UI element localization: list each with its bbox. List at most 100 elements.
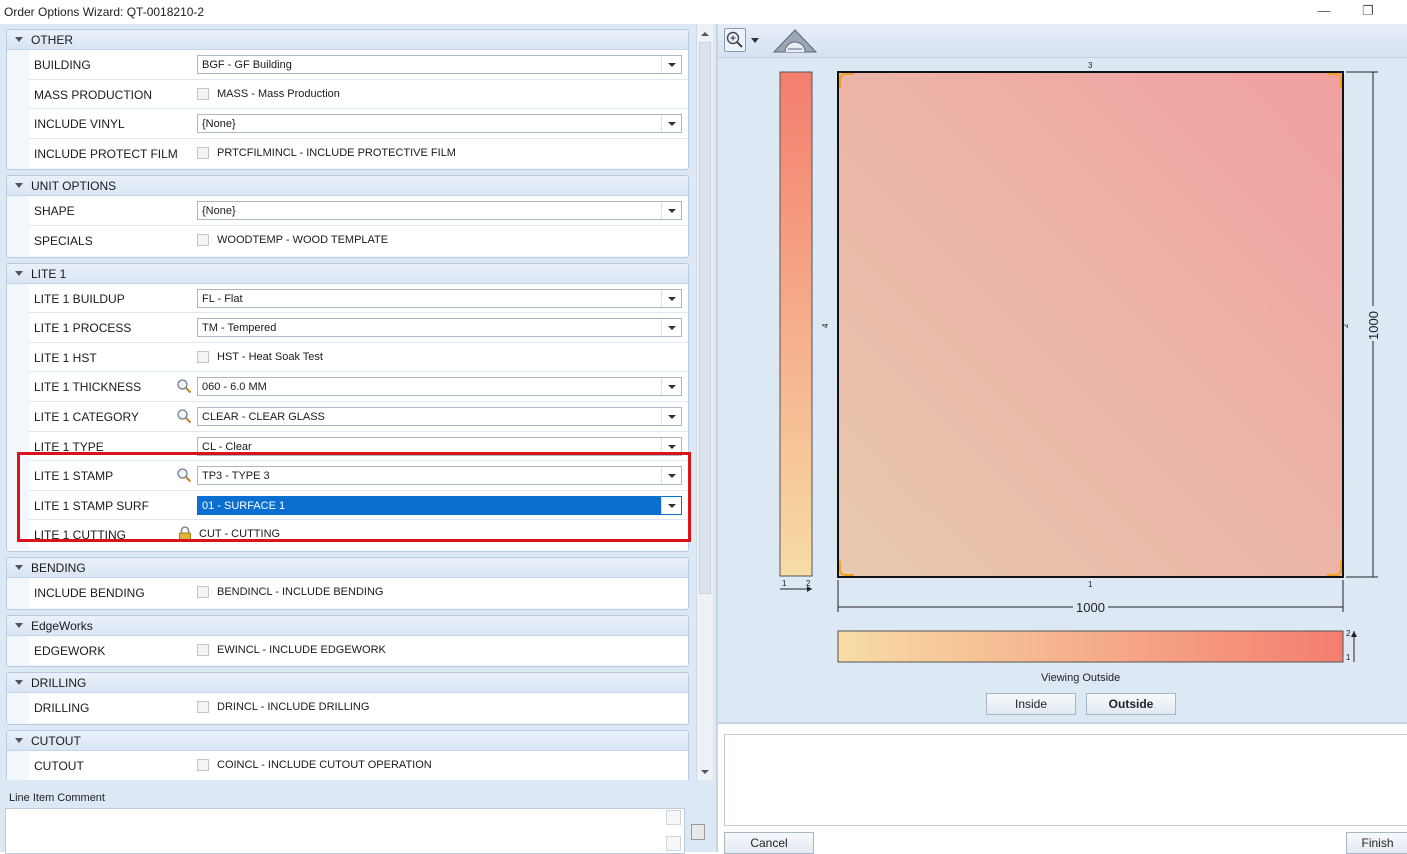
- option-dropdown[interactable]: CLEAR - CLEAR GLASS: [197, 406, 682, 426]
- option-label: LITE 1 STAMP: [34, 469, 114, 484]
- option-checkbox[interactable]: [197, 146, 209, 159]
- bottom-bar-label-a: 2: [1346, 629, 1351, 638]
- zoom-button[interactable]: [724, 28, 746, 52]
- option-checkbox[interactable]: [197, 758, 209, 771]
- option-label: SPECIALS: [34, 233, 93, 248]
- option-dropdown[interactable]: CL - Clear: [197, 436, 682, 456]
- option-checkbox[interactable]: [197, 586, 209, 598]
- section-cutout: CUTOUT CUTOUT COINCL - INCLUDE CUTOUT OPER…: [6, 729, 689, 780]
- section-header[interactable]: UNIT OPTIONS: [7, 176, 688, 197]
- scroll-down-arrow-icon[interactable]: [697, 764, 713, 780]
- option-label: MASS PRODUCTION: [34, 87, 153, 102]
- option-checkbox[interactable]: [197, 701, 209, 714]
- dropdown-chevron-icon[interactable]: [661, 56, 681, 73]
- collapse-triangle-icon[interactable]: [15, 37, 23, 42]
- collapse-triangle-icon[interactable]: [15, 565, 23, 570]
- collapse-triangle-icon[interactable]: [15, 737, 23, 743]
- dropdown-chevron-icon[interactable]: [661, 378, 681, 396]
- option-checkbox[interactable]: [197, 87, 209, 100]
- option-row: BUILDING BGF - GF Building: [29, 50, 688, 80]
- readonly-value: CUT - CUTTING: [199, 528, 281, 541]
- options-scrollbar[interactable]: [696, 24, 713, 780]
- dropdown-chevron-icon[interactable]: [661, 289, 681, 307]
- dropdown-value: BGF - GF Building: [202, 59, 292, 71]
- section-bending: BENDING INCLUDE BENDING BENDINCL - INCLUDE…: [6, 557, 689, 610]
- option-dropdown[interactable]: 01 - SURFACE 1: [197, 495, 682, 515]
- inside-button[interactable]: Inside: [986, 693, 1076, 715]
- note-icon[interactable]: [691, 824, 705, 840]
- section-header[interactable]: OTHER: [7, 30, 688, 50]
- width-dimension-text: 1000: [1076, 600, 1105, 615]
- option-label: INCLUDE PROTECT FILM: [34, 146, 178, 161]
- option-sections: OTHER BUILDING BGF - GF Building MASS PRODU…: [0, 24, 696, 780]
- collapse-triangle-icon[interactable]: [15, 622, 23, 628]
- comment-scrollbar[interactable]: [666, 810, 682, 852]
- checkbox-label: EWINCL - INCLUDE EDGEWORK: [217, 643, 386, 656]
- bottom-bar-arrowhead: [1351, 631, 1357, 637]
- side-bar-label-a: 1: [782, 579, 787, 588]
- viewing-status-text: Viewing Outside: [1041, 672, 1120, 684]
- dropdown-chevron-icon[interactable]: [661, 319, 681, 337]
- option-label: LITE 1 PROCESS: [34, 321, 132, 336]
- option-dropdown[interactable]: TP3 - TYPE 3: [197, 466, 682, 486]
- line-item-comment-input[interactable]: [5, 808, 685, 854]
- minimize-button[interactable]: —: [1310, 2, 1338, 20]
- glass-drawing: 1 2 3 2 1 4 1000 1000 2 1 Viewing Outsid…: [779, 61, 1381, 684]
- section-header[interactable]: EdgeWorks: [7, 615, 688, 636]
- option-dropdown[interactable]: TM - Tempered: [197, 318, 682, 338]
- zoom-dropdown-chevron-icon[interactable]: [751, 38, 759, 43]
- dropdown-value: FL - Flat: [202, 292, 243, 305]
- option-row: SHAPE {None}: [29, 196, 688, 226]
- section-header[interactable]: BENDING: [7, 558, 688, 578]
- magnifier-icon[interactable]: [176, 378, 192, 394]
- section-unit-options: UNIT OPTIONS SHAPE {None} SPECIALS WOODTEMP …: [6, 175, 689, 258]
- options-panel: OTHER BUILDING BGF - GF Building MASS PRODU…: [0, 24, 716, 854]
- dropdown-chevron-icon[interactable]: [661, 496, 681, 514]
- option-checkbox[interactable]: [197, 233, 209, 246]
- preview-notes-input[interactable]: [724, 734, 1407, 826]
- cancel-button[interactable]: Cancel: [724, 832, 814, 854]
- magnifier-icon[interactable]: [176, 467, 192, 483]
- finish-button[interactable]: Finish: [1346, 832, 1407, 854]
- option-checkbox[interactable]: [197, 643, 209, 656]
- dropdown-chevron-icon[interactable]: [661, 202, 681, 220]
- scroll-up-arrow-icon[interactable]: [697, 26, 713, 42]
- option-dropdown[interactable]: {None}: [197, 201, 682, 221]
- dropdown-chevron-icon[interactable]: [661, 437, 681, 455]
- checkbox-label: BENDINCL - INCLUDE BENDING: [217, 586, 384, 598]
- dropdown-chevron-icon[interactable]: [661, 407, 681, 425]
- outside-button[interactable]: Outside: [1086, 693, 1176, 715]
- collapse-triangle-icon[interactable]: [15, 183, 23, 189]
- collapse-triangle-icon[interactable]: [15, 680, 23, 686]
- scroll-thumb[interactable]: [699, 42, 711, 594]
- side-bar-label-b: 2: [806, 579, 811, 588]
- option-row: LITE 1 HST HST - Heat Soak Test: [29, 342, 688, 373]
- view-side-button[interactable]: [770, 27, 820, 53]
- dropdown-chevron-icon[interactable]: [661, 467, 681, 485]
- option-dropdown[interactable]: 060 - 6.0 MM: [197, 377, 682, 397]
- edge-label-top: 3: [1088, 61, 1093, 70]
- checkbox-label: WOODTEMP - WOOD TEMPLATE: [217, 233, 389, 246]
- comment-scroll-up-icon[interactable]: [666, 810, 681, 825]
- option-checkbox[interactable]: [197, 350, 209, 363]
- dropdown-chevron-icon[interactable]: [661, 115, 681, 133]
- option-row: LITE 1 THICKNESS 060 - 6.0 MM: [29, 372, 688, 402]
- option-label: LITE 1 CUTTING: [34, 528, 127, 543]
- option-label: BUILDING: [34, 58, 91, 72]
- comment-scroll-down-icon[interactable]: [666, 836, 681, 851]
- option-label: LITE 1 THICKNESS: [34, 380, 142, 395]
- section-header[interactable]: CUTOUT: [7, 730, 688, 751]
- section-header[interactable]: LITE 1: [7, 263, 688, 284]
- option-dropdown[interactable]: FL - Flat: [197, 288, 682, 308]
- option-dropdown[interactable]: BGF - GF Building: [197, 55, 682, 74]
- collapse-triangle-icon[interactable]: [15, 270, 23, 276]
- glass-lite[interactable]: [837, 71, 1344, 578]
- dropdown-value: {None}: [202, 118, 236, 131]
- section-header[interactable]: DRILLING: [7, 673, 688, 694]
- option-row: INCLUDE VINYL {None}: [29, 109, 688, 139]
- option-dropdown[interactable]: {None}: [197, 114, 682, 134]
- option-label: LITE 1 BUILDUP: [34, 291, 125, 306]
- restore-button[interactable]: ❐: [1354, 2, 1382, 20]
- magnifier-icon[interactable]: [176, 408, 192, 424]
- bottom-profile-bar: [837, 630, 1344, 663]
